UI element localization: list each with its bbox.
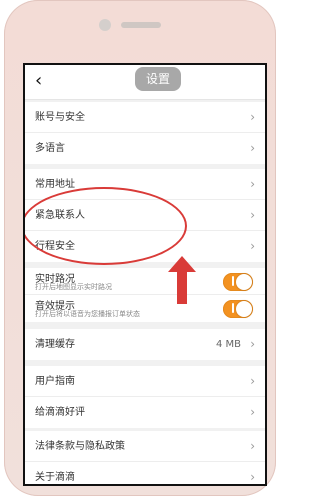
chevron-right-icon: ›	[250, 208, 255, 222]
chevron-right-icon: ›	[250, 239, 255, 253]
row-label: 用户指南	[35, 376, 75, 387]
toggle-knob	[236, 274, 252, 290]
settings-row-live-traffic: 实时路况 打开后地图显示实时路况	[25, 268, 265, 295]
chevron-right-icon: ›	[250, 470, 255, 484]
help-section: 用户指南 › 给滴滴好评 ›	[25, 366, 265, 428]
row-label: 法律条款与隐私政策	[35, 441, 125, 452]
chevron-right-icon: ›	[250, 141, 255, 155]
legal-section: 法律条款与隐私政策 › 关于滴滴 ›	[25, 431, 265, 484]
row-label: 关于滴滴	[35, 472, 75, 483]
live-traffic-toggle[interactable]	[223, 273, 253, 291]
row-label: 账号与安全	[35, 112, 85, 123]
chevron-right-icon: ›	[250, 405, 255, 419]
chevron-right-icon: ›	[250, 110, 255, 124]
cache-size-value: 4 MB	[215, 339, 241, 350]
top-bar: ‹ 设置	[25, 65, 265, 100]
toggle-on-mark	[232, 276, 234, 286]
row-label: 常用地址	[35, 179, 75, 190]
settings-screen: ‹ 设置 账号与安全 › 多语言 › 常用地址 › 紧急联系人 › 行程安全 ›…	[23, 63, 267, 486]
up-arrow-icon	[168, 256, 196, 304]
settings-row-legal-privacy[interactable]: 法律条款与隐私政策 ›	[25, 431, 265, 462]
chevron-right-icon: ›	[250, 374, 255, 388]
row-label: 多语言	[35, 143, 65, 154]
settings-row-language[interactable]: 多语言 ›	[25, 133, 265, 164]
sound-alert-toggle[interactable]	[223, 300, 253, 318]
phone-frame: ‹ 设置 账号与安全 › 多语言 › 常用地址 › 紧急联系人 › 行程安全 ›…	[4, 0, 276, 496]
speaker-icon	[121, 22, 161, 28]
settings-row-user-guide[interactable]: 用户指南 ›	[25, 366, 265, 397]
settings-row-clear-cache[interactable]: 清理缓存 4 MB ›	[25, 329, 265, 360]
back-button[interactable]: ‹	[35, 69, 53, 93]
settings-row-about[interactable]: 关于滴滴 ›	[25, 462, 265, 484]
chevron-right-icon: ›	[250, 439, 255, 453]
chevron-right-icon: ›	[250, 177, 255, 191]
page-title: 设置	[135, 67, 181, 91]
camera-icon	[99, 19, 111, 31]
cache-section: 清理缓存 4 MB ›	[25, 329, 265, 360]
settings-row-account-security[interactable]: 账号与安全 ›	[25, 102, 265, 133]
settings-row-sound-alert: 音效提示 打开后将以语音为您播报订单状态	[25, 295, 265, 322]
settings-row-rate-app[interactable]: 给滴滴好评 ›	[25, 397, 265, 428]
toggle-section: 实时路况 打开后地图显示实时路况 音效提示 打开后将以语音为您播报订单状态	[25, 268, 265, 322]
toggle-description: 打开后将以语音为您播报订单状态	[35, 310, 140, 318]
row-label: 给滴滴好评	[35, 407, 85, 418]
toggle-knob	[236, 301, 252, 317]
account-section: 账号与安全 › 多语言 ›	[25, 102, 265, 164]
row-label: 清理缓存	[35, 339, 75, 350]
chevron-right-icon: ›	[250, 337, 255, 351]
highlight-ellipse	[25, 187, 187, 265]
toggle-on-mark	[232, 303, 234, 313]
toggle-description: 打开后地图显示实时路况	[35, 283, 112, 291]
